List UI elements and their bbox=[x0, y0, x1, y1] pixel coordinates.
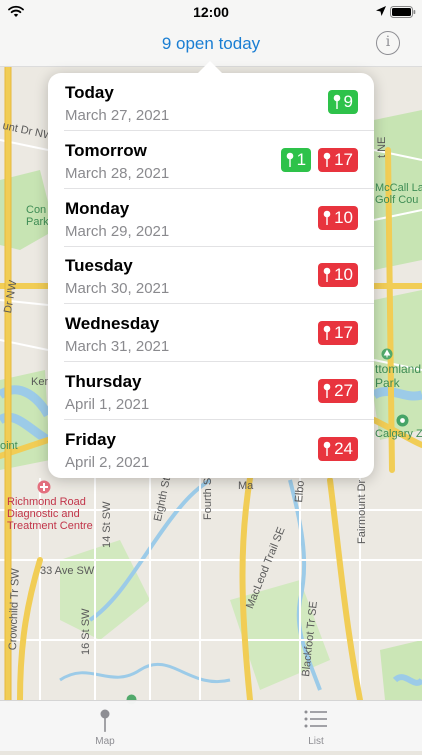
open-today-title-button[interactable]: 9 open today bbox=[0, 34, 422, 54]
closed-count-badge: 17 bbox=[318, 321, 358, 346]
pin-icon bbox=[333, 94, 340, 109]
pin-icon bbox=[323, 383, 331, 398]
map-poi-label: Treatment Centre bbox=[7, 520, 93, 532]
map-area-label: Ma bbox=[238, 480, 254, 492]
day-row[interactable]: Thursday April 1, 2021 27 bbox=[48, 362, 374, 420]
badge-count: 17 bbox=[334, 323, 353, 343]
day-badges: 10 bbox=[318, 263, 358, 288]
day-badges: 9 bbox=[327, 90, 358, 114]
day-name: Tomorrow bbox=[65, 140, 147, 160]
day-badges: 27 bbox=[318, 379, 358, 403]
map-street-label: Fourth St bbox=[202, 474, 214, 520]
closed-count-badge: 10 bbox=[318, 263, 358, 288]
open-count-badge: 9 bbox=[327, 90, 358, 114]
location-arrow-icon bbox=[376, 6, 386, 16]
badge-count: 10 bbox=[334, 265, 353, 285]
closed-count-badge: 17 bbox=[318, 147, 358, 172]
day-name: Tuesday bbox=[65, 256, 133, 276]
tab-bar: Map List bbox=[0, 700, 422, 751]
day-badges: 1 17 bbox=[280, 147, 358, 172]
day-name: Wednesday bbox=[65, 314, 160, 334]
closed-count-badge: 10 bbox=[318, 205, 358, 230]
day-date: March 29, 2021 bbox=[65, 222, 170, 240]
map-park-label: Park bbox=[26, 216, 49, 228]
day-row[interactable]: Monday March 29, 2021 10 bbox=[48, 189, 374, 247]
map-park-label: McCall La bbox=[375, 182, 422, 194]
badge-count: 24 bbox=[334, 438, 353, 458]
map-park-label: Golf Cou bbox=[375, 194, 419, 206]
status-time: 12:00 bbox=[193, 4, 229, 20]
day-row[interactable]: Tuesday March 30, 2021 10 bbox=[48, 246, 374, 305]
day-badges: 10 bbox=[318, 205, 358, 230]
map-street-label: t NE bbox=[376, 136, 388, 158]
map-street-label: 14 St SW bbox=[101, 501, 113, 548]
closed-count-badge: 27 bbox=[318, 379, 358, 403]
day-row[interactable]: Today March 27, 2021 9 bbox=[48, 73, 374, 131]
days-popover: Today March 27, 2021 9 Tomorrow March 28, 20… bbox=[48, 73, 374, 478]
map-street-label: 16 St SW bbox=[80, 608, 92, 655]
pin-icon bbox=[323, 210, 331, 225]
open-count-badge: 1 bbox=[280, 147, 312, 172]
popover-arrow bbox=[198, 61, 222, 73]
day-name: Friday bbox=[65, 429, 117, 449]
badge-count: 27 bbox=[334, 381, 353, 400]
status-bar: 12:00 bbox=[0, 0, 422, 24]
pin-icon bbox=[323, 441, 331, 456]
map-park-label: Con bbox=[26, 204, 47, 216]
map-park-label: oint bbox=[0, 440, 18, 452]
day-name: Thursday bbox=[65, 372, 142, 391]
badge-count: 10 bbox=[334, 207, 353, 227]
hospital-icon bbox=[37, 480, 51, 494]
battery-icon bbox=[390, 6, 416, 18]
day-row[interactable]: Friday April 2, 2021 24 bbox=[48, 420, 374, 478]
closed-count-badge: 24 bbox=[318, 436, 358, 461]
day-date: March 30, 2021 bbox=[65, 280, 170, 298]
day-badges: 17 bbox=[318, 321, 358, 346]
info-icon[interactable]: i bbox=[376, 31, 400, 55]
zoo-icon bbox=[396, 414, 409, 427]
badge-count: 1 bbox=[296, 149, 307, 169]
map-park-label: Park bbox=[375, 376, 400, 390]
map-park-label: ttomland bbox=[375, 362, 422, 376]
tab-map[interactable]: Map bbox=[65, 701, 145, 751]
park-tree-icon bbox=[381, 348, 393, 360]
tab-list-label: List bbox=[308, 736, 324, 747]
badge-count: 17 bbox=[334, 149, 353, 169]
day-badges: 24 bbox=[318, 436, 358, 461]
day-row[interactable]: Wednesday March 31, 2021 17 bbox=[48, 304, 374, 363]
day-date: March 31, 2021 bbox=[65, 338, 170, 356]
pin-icon bbox=[323, 325, 331, 341]
day-name: Today bbox=[65, 83, 114, 102]
day-name: Monday bbox=[65, 198, 130, 218]
badge-count: 9 bbox=[343, 92, 353, 111]
day-date: April 2, 2021 bbox=[65, 453, 150, 471]
pin-icon bbox=[323, 268, 331, 283]
map-pin-icon bbox=[100, 709, 110, 732]
list-icon bbox=[304, 710, 327, 728]
day-date: March 28, 2021 bbox=[65, 164, 170, 182]
tab-list[interactable]: List bbox=[276, 701, 356, 751]
day-date: April 1, 2021 bbox=[65, 396, 150, 413]
map-street-label: Elbo bbox=[293, 480, 307, 504]
day-row[interactable]: Tomorrow March 28, 2021 1 17 bbox=[48, 131, 374, 189]
tab-map-label: Map bbox=[95, 736, 115, 747]
pin-icon bbox=[286, 152, 293, 167]
map-poi-label: Calgary Zo bbox=[375, 428, 422, 440]
day-date: March 27, 2021 bbox=[65, 107, 170, 124]
pin-icon bbox=[323, 152, 331, 167]
map-street-label: 33 Ave SW bbox=[40, 565, 95, 577]
